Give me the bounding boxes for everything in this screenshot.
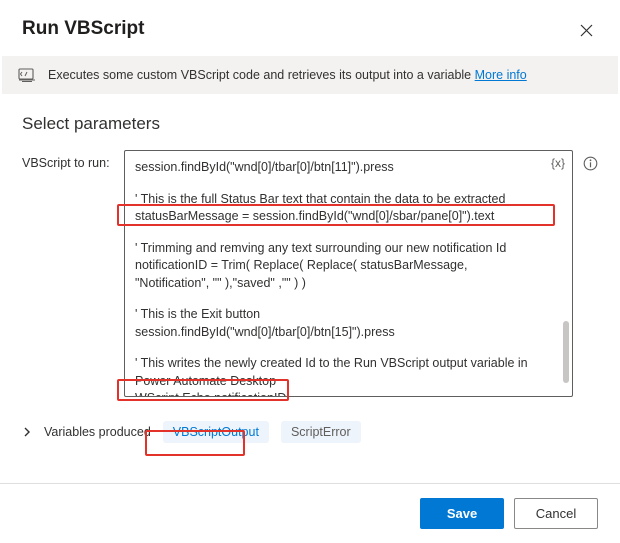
code-line: session.findById("wnd[0]/tbar[0]/btn[15]… [135, 324, 544, 342]
code-line: ' This is the full Status Bar text that … [135, 191, 544, 209]
variables-produced-label: Variables produced [44, 425, 151, 439]
save-button[interactable]: Save [420, 498, 504, 529]
variable-pill-vbscriptoutput[interactable]: VBScriptOutput [163, 421, 269, 443]
code-line: ' Trimming and remving any text surround… [135, 240, 544, 258]
insert-variable-token[interactable]: {x} [551, 156, 565, 170]
section-heading: Select parameters [0, 94, 620, 144]
dialog-footer: Save Cancel [0, 483, 620, 543]
chevron-right-icon [22, 427, 32, 437]
more-info-link[interactable]: More info [475, 68, 527, 82]
info-text-body: Executes some custom VBScript code and r… [48, 68, 471, 82]
close-icon [580, 24, 593, 37]
param-vbscript-row: VBScript to run: session.findById("wnd[0… [0, 144, 620, 397]
code-line: ' This is the Exit button [135, 306, 544, 324]
code-line: notificationID = Trim( Replace( Replace(… [135, 257, 544, 292]
variable-pill-scripterror[interactable]: ScriptError [281, 421, 361, 443]
dialog-header: Run VBScript [0, 0, 620, 56]
scrollbar-thumb[interactable] [563, 321, 569, 383]
code-line: ' This writes the newly created Id to th… [135, 355, 544, 390]
code-box-wrap: session.findById("wnd[0]/tbar[0]/btn[11]… [124, 150, 573, 397]
code-line: statusBarMessage = session.findById("wnd… [135, 208, 544, 226]
param-label: VBScript to run: [22, 150, 114, 170]
vbscript-code-input[interactable]: session.findById("wnd[0]/tbar[0]/btn[11]… [124, 150, 573, 397]
code-line: session.findById("wnd[0]/tbar[0]/btn[11]… [135, 159, 544, 177]
run-vbscript-dialog: Run VBScript Executes some custom VBScri… [0, 0, 620, 543]
info-icon [583, 156, 598, 171]
close-button[interactable] [574, 18, 598, 42]
variables-produced-row: Variables produced VBScriptOutput Script… [0, 397, 620, 443]
info-text: Executes some custom VBScript code and r… [48, 68, 527, 82]
code-line: WScript.Echo notificationID [135, 390, 544, 397]
expand-toggle[interactable] [22, 427, 32, 437]
info-bar: Executes some custom VBScript code and r… [2, 56, 618, 94]
param-info-button[interactable] [583, 150, 598, 171]
cancel-button[interactable]: Cancel [514, 498, 598, 529]
script-icon [18, 67, 36, 83]
dialog-title: Run VBScript [22, 18, 144, 40]
